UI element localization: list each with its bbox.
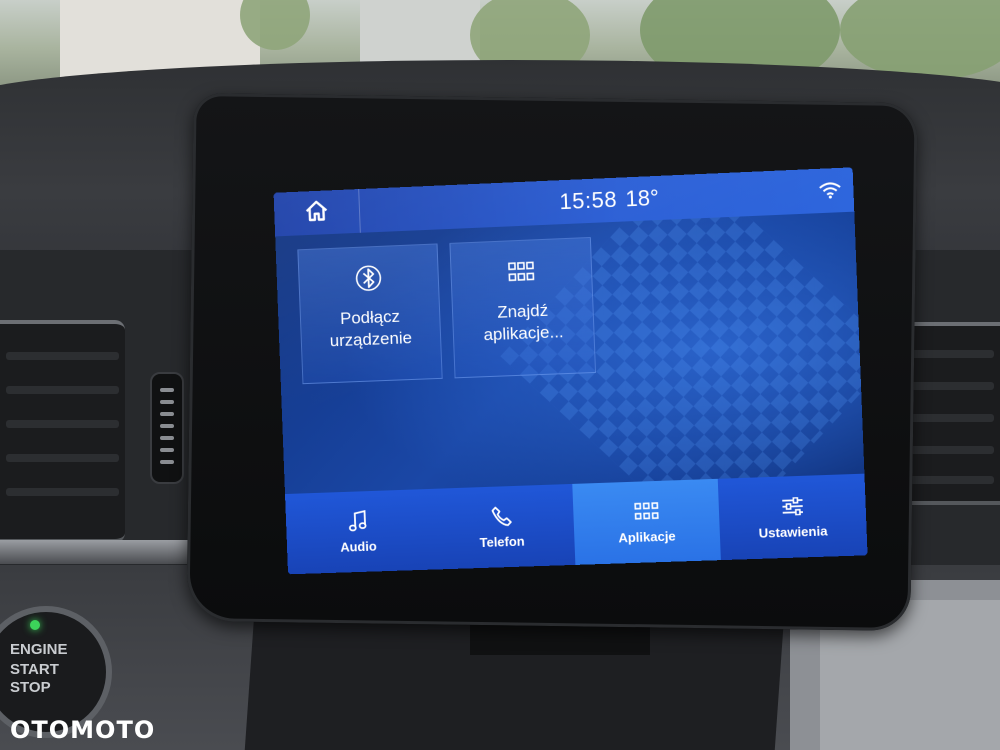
start-button-label-3: STOP bbox=[10, 679, 51, 696]
nav-settings-label: Ustawienia bbox=[758, 523, 828, 541]
music-note-icon bbox=[347, 509, 368, 534]
infotainment-screen: 15:58 18° Podłącz urządzenie Znajdź apli… bbox=[273, 167, 868, 575]
wifi-icon bbox=[819, 182, 842, 204]
apps-grid-icon bbox=[634, 499, 659, 524]
outside-temperature: 18° bbox=[624, 184, 660, 212]
find-apps-label-2: aplikacje... bbox=[483, 322, 564, 345]
apps-grid-icon bbox=[508, 256, 535, 287]
home-icon bbox=[303, 198, 330, 228]
car-interior-photo: ENGINE START STOP 15:58 18° Podłącz urzą… bbox=[0, 0, 1000, 750]
trim-strip bbox=[0, 540, 200, 564]
connect-device-label-2: urządzenie bbox=[329, 328, 413, 351]
home-button[interactable] bbox=[273, 189, 361, 237]
start-button-label-1: ENGINE bbox=[10, 641, 68, 658]
watermark: OTOMOTO bbox=[10, 716, 156, 744]
screen-mount bbox=[470, 625, 650, 655]
nav-settings[interactable]: Ustawienia bbox=[717, 473, 868, 561]
phone-icon bbox=[490, 504, 513, 529]
connect-device-tile[interactable]: Podłącz urządzenie bbox=[297, 243, 443, 385]
left-air-vent bbox=[0, 320, 125, 543]
vent-adjust-wheel[interactable] bbox=[150, 372, 184, 484]
nav-apps-label: Aplikacje bbox=[618, 528, 676, 546]
find-apps-tile[interactable]: Znajdź aplikacje... bbox=[449, 236, 597, 379]
bluetooth-icon bbox=[355, 263, 382, 294]
start-button-label-2: START bbox=[10, 661, 59, 678]
find-apps-label-1: Znajdź bbox=[496, 300, 549, 322]
nav-audio-label: Audio bbox=[340, 538, 377, 555]
status-led bbox=[30, 620, 40, 630]
nav-audio[interactable]: Audio bbox=[285, 488, 433, 575]
nav-apps[interactable]: Aplikacje bbox=[572, 478, 722, 565]
nav-phone-label: Telefon bbox=[479, 533, 525, 551]
sliders-icon bbox=[780, 494, 803, 519]
clock: 15:58 bbox=[558, 186, 618, 215]
nav-phone[interactable]: Telefon bbox=[428, 483, 577, 570]
